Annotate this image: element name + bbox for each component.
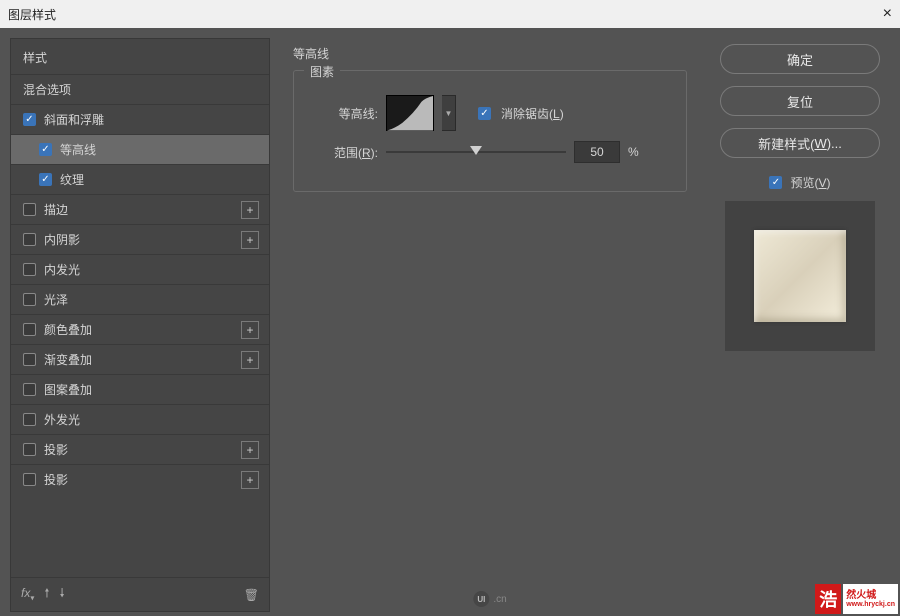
style-checkbox[interactable]	[23, 443, 36, 456]
contour-label: 等高线:	[308, 105, 378, 122]
style-label: 纹理	[60, 171, 259, 188]
style-label: 投影	[44, 441, 241, 458]
down-arrow-icon[interactable]: 🠗	[60, 584, 65, 605]
add-effect-icon[interactable]: +	[241, 201, 259, 219]
preview-label: 预览(V)	[790, 174, 830, 191]
style-checkbox[interactable]	[23, 323, 36, 336]
ok-button[interactable]: 确定	[720, 44, 880, 74]
slider-thumb-icon[interactable]	[470, 146, 482, 155]
add-effect-icon[interactable]: +	[241, 471, 259, 489]
up-arrow-icon[interactable]: 🠕	[44, 584, 49, 605]
settings-panel: 等高线 图素 等高线: ▼ ✓ 消除锯齿(L) 范围(R):	[280, 38, 700, 612]
style-checkbox[interactable]	[23, 353, 36, 366]
style-checkbox[interactable]	[23, 203, 36, 216]
ui-logo: UI.cn	[473, 591, 506, 607]
style-item[interactable]: 颜色叠加+	[11, 314, 269, 344]
style-item[interactable]: 内阴影+	[11, 224, 269, 254]
style-label: 投影	[44, 471, 241, 488]
elements-fieldset: 图素 等高线: ▼ ✓ 消除锯齿(L) 范围(R):	[293, 70, 687, 192]
style-label: 等高线	[60, 141, 259, 158]
preview-toggle-row: ✓ 预览(V)	[769, 174, 830, 191]
dialog-title: 图层样式	[8, 6, 56, 23]
preview-swatch	[754, 230, 846, 322]
style-checkbox[interactable]	[23, 473, 36, 486]
fieldset-legend: 图素	[304, 63, 340, 80]
style-label: 图案叠加	[44, 381, 259, 398]
style-item[interactable]: 图案叠加	[11, 374, 269, 404]
style-label: 内发光	[44, 261, 259, 278]
actions-panel: 确定 复位 新建样式(W)... ✓ 预览(V)	[710, 38, 890, 612]
preview-box	[725, 201, 875, 351]
style-label: 描边	[44, 201, 241, 218]
style-checkbox[interactable]	[23, 233, 36, 246]
style-checkbox[interactable]: ✓	[23, 113, 36, 126]
style-label: 斜面和浮雕	[44, 111, 259, 128]
blend-options-label: 混合选项	[23, 81, 259, 98]
title-bar: 图层样式 ×	[0, 0, 900, 28]
style-label: 光泽	[44, 291, 259, 308]
style-item[interactable]: 渐变叠加+	[11, 344, 269, 374]
style-item[interactable]: 内发光	[11, 254, 269, 284]
style-checkbox[interactable]	[23, 293, 36, 306]
range-label: 范围(R):	[308, 144, 378, 161]
style-item[interactable]: ✓ 纹理	[11, 164, 269, 194]
close-icon[interactable]: ×	[883, 5, 892, 23]
styles-panel: 样式 混合选项 ✓斜面和浮雕✓等高线✓纹理描边+内阴影+内发光光泽颜色叠加+渐变…	[10, 38, 270, 612]
styles-footer: fx▾ 🠕 🠗 🗑	[11, 577, 269, 611]
styles-header[interactable]: 样式	[11, 39, 269, 74]
style-item[interactable]: 投影+	[11, 434, 269, 464]
range-input[interactable]	[574, 141, 620, 163]
style-label: 颜色叠加	[44, 321, 241, 338]
style-checkbox[interactable]: ✓	[39, 173, 52, 186]
add-effect-icon[interactable]: +	[241, 321, 259, 339]
style-checkbox[interactable]	[23, 413, 36, 426]
range-slider[interactable]	[386, 151, 566, 153]
style-label: 渐变叠加	[44, 351, 241, 368]
range-row: 范围(R): %	[308, 141, 672, 163]
new-style-button[interactable]: 新建样式(W)...	[720, 128, 880, 158]
contour-dropdown-icon[interactable]: ▼	[442, 95, 456, 131]
style-item[interactable]: 投影+	[11, 464, 269, 494]
watermark: 浩 然火城www.hryckj.cn	[815, 584, 898, 614]
style-item[interactable]: 光泽	[11, 284, 269, 314]
style-checkbox[interactable]	[23, 383, 36, 396]
style-item[interactable]: ✓ 等高线	[11, 134, 269, 164]
style-checkbox[interactable]: ✓	[39, 143, 52, 156]
preview-checkbox[interactable]: ✓	[769, 176, 782, 189]
style-label: 内阴影	[44, 231, 241, 248]
style-item[interactable]: 描边+	[11, 194, 269, 224]
dialog-body: 样式 混合选项 ✓斜面和浮雕✓等高线✓纹理描边+内阴影+内发光光泽颜色叠加+渐变…	[0, 28, 900, 616]
trash-icon[interactable]: 🗑	[244, 588, 259, 602]
fx-icon[interactable]: fx▾	[21, 586, 34, 602]
antialias-checkbox[interactable]: ✓	[478, 107, 491, 120]
style-label: 外发光	[44, 411, 259, 428]
blend-options-row[interactable]: 混合选项	[11, 74, 269, 104]
section-title: 等高线	[293, 45, 687, 62]
style-item[interactable]: 外发光	[11, 404, 269, 434]
reset-button[interactable]: 复位	[720, 86, 880, 116]
contour-row: 等高线: ▼ ✓ 消除锯齿(L)	[308, 95, 672, 131]
percent-label: %	[628, 145, 639, 159]
antialias-label: 消除锯齿(L)	[501, 105, 564, 122]
contour-picker[interactable]	[386, 95, 434, 131]
add-effect-icon[interactable]: +	[241, 351, 259, 369]
add-effect-icon[interactable]: +	[241, 441, 259, 459]
style-checkbox[interactable]	[23, 263, 36, 276]
style-item[interactable]: ✓ 斜面和浮雕	[11, 104, 269, 134]
add-effect-icon[interactable]: +	[241, 231, 259, 249]
